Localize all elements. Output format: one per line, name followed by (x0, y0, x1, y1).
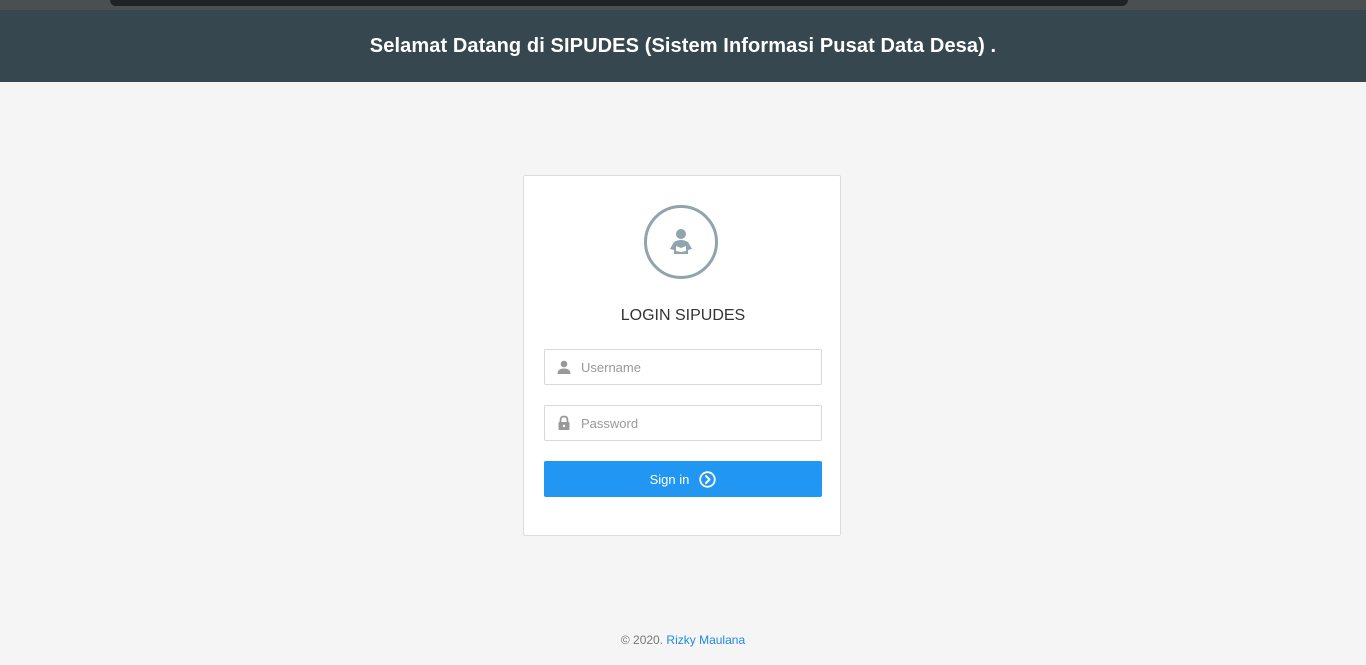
sign-in-label: Sign in (649, 471, 690, 487)
page-footer: © 2020. Rizky Maulana (0, 633, 1366, 647)
browser-tab-bar (110, 0, 1128, 6)
author-link[interactable]: Rizky Maulana (666, 633, 745, 647)
password-input[interactable] (581, 406, 817, 440)
circle-arrow-right-icon (699, 470, 717, 488)
login-avatar (644, 205, 718, 279)
page-header: Selamat Datang di SIPUDES (Sistem Inform… (0, 10, 1366, 82)
login-title: LOGIN SIPUDES (620, 307, 746, 324)
username-field[interactable] (544, 349, 822, 385)
username-input[interactable] (581, 350, 817, 384)
user-icon (557, 360, 571, 374)
user-reading-icon (670, 229, 692, 254)
lock-icon (558, 415, 570, 430)
password-field[interactable] (544, 405, 822, 441)
login-card: LOGIN SIPUDES Sign in (523, 175, 841, 536)
copyright-text: © 2020. (620, 633, 664, 647)
browser-top-strip (0, 0, 1366, 10)
sign-in-button[interactable]: Sign in (544, 461, 822, 497)
page-title: Selamat Datang di SIPUDES (Sistem Inform… (369, 34, 997, 57)
